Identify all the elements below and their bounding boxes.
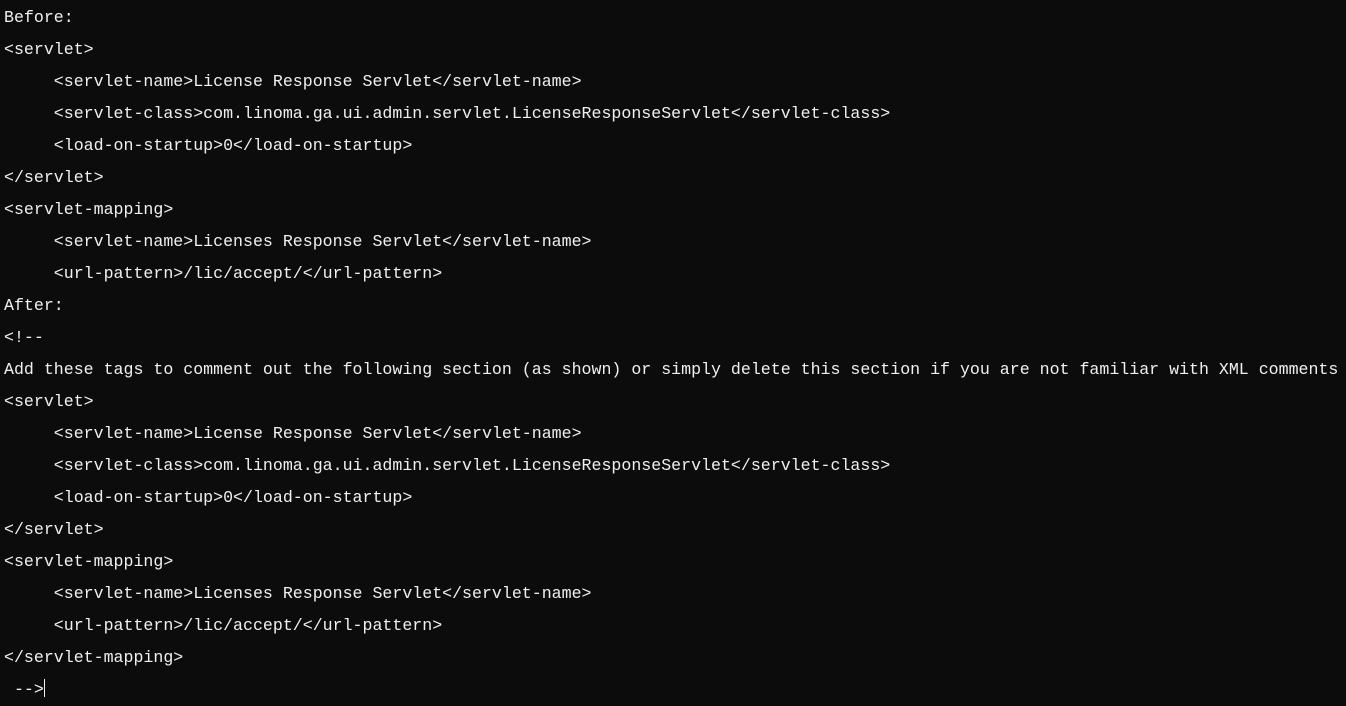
- text-line: <!--: [4, 328, 44, 347]
- text-line: <load-on-startup>0</load-on-startup>: [4, 488, 413, 507]
- text-line: Before:: [4, 8, 74, 27]
- text-line-current: -->: [4, 674, 45, 706]
- text-line-content: -->: [4, 680, 44, 699]
- text-line: <servlet-name>License Response Servlet</…: [4, 424, 582, 443]
- text-line: <servlet-class>com.linoma.ga.ui.admin.se…: [4, 456, 891, 475]
- text-line: <servlet-name>Licenses Response Servlet<…: [4, 584, 592, 603]
- text-line: <servlet-name>Licenses Response Servlet<…: [4, 232, 592, 251]
- text-line: Add these tags to comment out the follow…: [4, 360, 1339, 379]
- text-line: </servlet>: [4, 520, 104, 539]
- text-line: <servlet>: [4, 392, 94, 411]
- text-line: <servlet-mapping>: [4, 200, 174, 219]
- text-line: <servlet-mapping>: [4, 552, 174, 571]
- text-line: <servlet-class>com.linoma.ga.ui.admin.se…: [4, 104, 891, 123]
- text-cursor: [43, 679, 45, 697]
- text-line: </servlet>: [4, 168, 104, 187]
- text-line: <url-pattern>/lic/accept/</url-pattern>: [4, 616, 443, 635]
- text-line: <servlet-name>License Response Servlet</…: [4, 72, 582, 91]
- text-line: After:: [4, 296, 64, 315]
- text-line: <servlet>: [4, 40, 94, 59]
- text-line: <url-pattern>/lic/accept/</url-pattern>: [4, 264, 443, 283]
- text-line: </servlet-mapping>: [4, 648, 184, 667]
- text-line: <load-on-startup>0</load-on-startup>: [4, 136, 413, 155]
- terminal-output[interactable]: Before: <servlet> <servlet-name>License …: [0, 0, 1346, 699]
